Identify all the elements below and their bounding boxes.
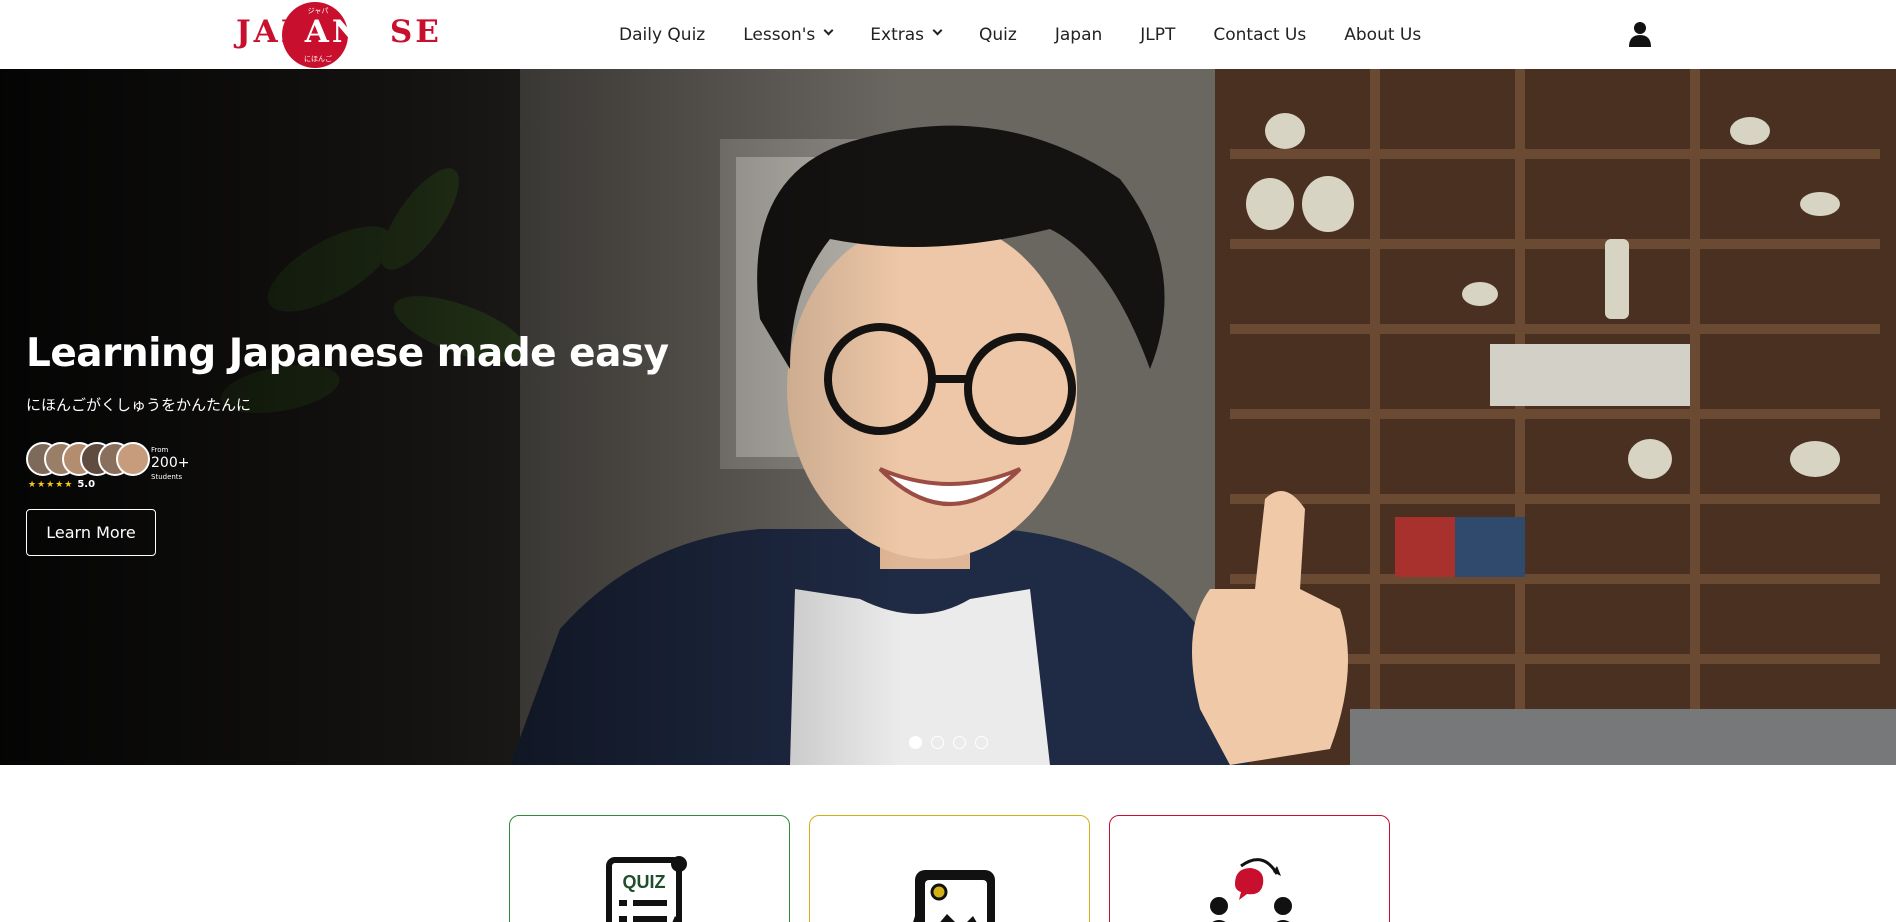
student-count: 200+ [151,455,190,471]
hero-dark-overlay [0,69,900,765]
nav-extras[interactable]: Extras [870,24,943,45]
student-rating-block: ★★★★★ 5.0 From 200+ Students [26,442,206,494]
logo-wordmark-start: JAP [236,14,305,50]
logo-wordmark: JAPANESE [236,14,439,50]
nav-jlpt[interactable]: JLPT [1140,25,1175,45]
nav-quiz[interactable]: Quiz [979,25,1017,45]
user-icon[interactable] [1629,21,1651,47]
quiz-card[interactable]: QUIZ [509,815,790,922]
nav-japan[interactable]: Japan [1055,25,1102,45]
picture-icon [913,870,995,922]
carousel-dot-1[interactable] [909,736,922,749]
chevron-down-icon [823,25,834,36]
nav-about-us[interactable]: About Us [1344,25,1421,45]
hero-subtitle: にほんごがくしゅうをかんたんに [26,396,252,414]
learn-more-button[interactable]: Learn More [26,509,156,556]
community-card[interactable] [1109,815,1390,922]
students-label: Students [151,473,183,481]
rating-row: ★★★★★ 5.0 [28,479,95,490]
carousel-dot-4[interactable] [975,736,988,749]
quiz-icon: QUIZ [606,856,687,922]
chevron-down-icon [932,25,943,36]
nav-lessons-label: Lesson's [743,24,816,45]
nav-quiz-label: Quiz [979,24,1017,45]
main-nav: Daily Quiz Lesson's Extras Quiz Japan JL… [600,0,1440,69]
site-logo[interactable]: ジャパ JAPANESE にほんご [236,0,439,69]
star-icons: ★★★★★ [28,479,74,490]
nav-lessons[interactable]: Lesson's [743,24,834,45]
nav-extras-label: Extras [870,24,925,45]
carousel-dot-2[interactable] [931,736,944,749]
nav-daily-quiz-label: Daily Quiz [619,24,706,45]
nav-japan-label: Japan [1054,24,1103,45]
nav-contact-us[interactable]: Contact Us [1213,25,1306,45]
nav-jlpt-label: JLPT [1140,24,1176,45]
gallery-card[interactable] [809,815,1090,922]
nav-daily-quiz[interactable]: Daily Quiz [619,25,705,45]
from-label: From [151,446,169,454]
logo-kana-bottom: にほんご [304,55,332,63]
hero-carousel: Learning Japanese made easy にほんごがくしゅうをかん… [0,69,1896,765]
navbar: ジャパ JAPANESE にほんご Daily Quiz Lesson's Ex… [0,0,1896,69]
carousel-indicators [909,736,997,749]
logo-wordmark-middle: ANE [304,14,390,50]
nav-contact-us-label: Contact Us [1213,24,1307,45]
community-icon [1210,858,1292,922]
student-avatar [116,442,150,476]
quiz-icon-label: QUIZ [623,872,666,892]
hero-title: Learning Japanese made easy [26,331,669,376]
nav-about-us-label: About Us [1344,24,1422,45]
logo-wordmark-end: SE [389,14,442,50]
carousel-dot-3[interactable] [953,736,966,749]
rating-value: 5.0 [77,479,96,490]
